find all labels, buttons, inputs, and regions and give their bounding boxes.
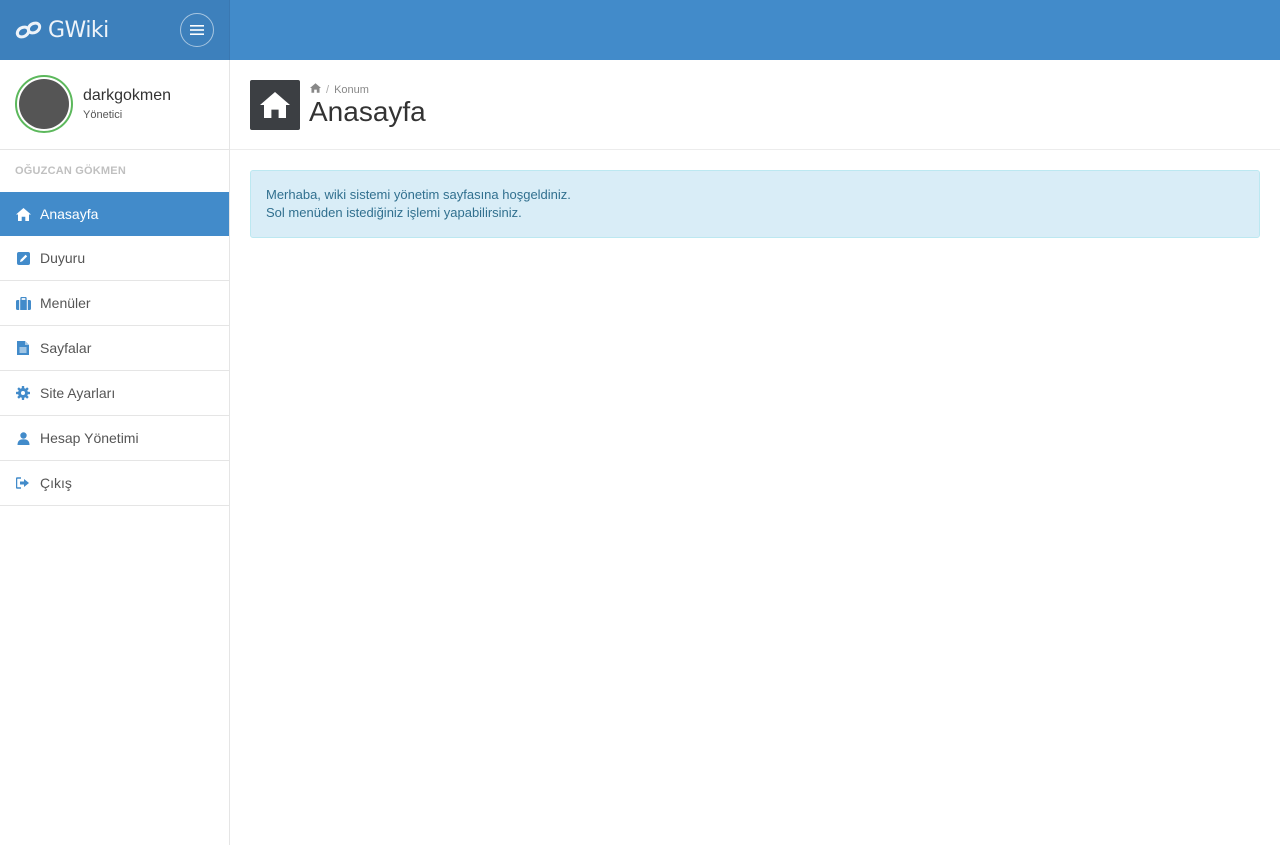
info-alert: Merhaba, wiki sistemi yönetim sayfasına … xyxy=(250,170,1260,238)
alert-line-instruction: Sol menüden istediğiniz işlemi yapabilir… xyxy=(266,205,522,220)
sidebar-item-sayfalar[interactable]: Sayfalar xyxy=(0,326,229,371)
user-role: Yönetici xyxy=(83,109,123,121)
chain-link-icon xyxy=(15,21,42,39)
username[interactable]: darkgokmen xyxy=(83,87,171,105)
breadcrumb-separator: / xyxy=(326,83,330,96)
home-icon[interactable] xyxy=(310,83,321,96)
top-navbar: GWiki xyxy=(0,0,1280,60)
edit-icon xyxy=(15,250,31,266)
avatar[interactable] xyxy=(15,75,73,133)
brand[interactable]: GWiki xyxy=(0,0,230,60)
sidebar-section-title: OĞUZCAN GÖKMEN xyxy=(15,165,126,177)
breadcrumb-current: Konum xyxy=(334,83,369,96)
file-icon xyxy=(15,340,31,356)
sidebar-item-label: Anasayfa xyxy=(40,206,99,222)
sidebar-item-label: Hesap Yönetimi xyxy=(40,430,139,446)
sidebar-item-duyuru[interactable]: Duyuru xyxy=(0,236,229,281)
breadcrumb: / Konum xyxy=(310,83,369,96)
sidebar-item-hesap-yonetimi[interactable]: Hesap Yönetimi xyxy=(0,416,229,461)
alert-line-welcome: Merhaba, wiki sistemi yönetim sayfasına … xyxy=(266,187,571,202)
sidebar-item-label: Duyuru xyxy=(40,250,86,266)
sidebar: darkgokmen Yönetici OĞUZCAN GÖKMEN Anasa… xyxy=(0,60,230,845)
hamburger-icon xyxy=(190,25,204,35)
user-profile: darkgokmen Yönetici xyxy=(0,60,229,150)
sidebar-item-anasayfa[interactable]: Anasayfa xyxy=(0,192,229,236)
sidebar-item-label: Çıkış xyxy=(40,475,72,491)
gear-icon xyxy=(15,385,31,401)
sidebar-item-label: Site Ayarları xyxy=(40,385,116,401)
brand-logo[interactable]: GWiki xyxy=(14,16,109,44)
home-icon xyxy=(15,206,31,222)
briefcase-icon xyxy=(15,295,31,311)
sidebar-item-label: Sayfalar xyxy=(40,340,92,356)
main-content: / Konum Anasayfa Merhaba, wiki sistemi y… xyxy=(230,60,1280,845)
sidebar-item-site-ayarlari[interactable]: Site Ayarları xyxy=(0,371,229,416)
menu-toggle-button[interactable] xyxy=(180,13,214,47)
sidebar-item-cikis[interactable]: Çıkış xyxy=(0,461,229,506)
brand-name: GWiki xyxy=(48,17,109,43)
page-header: / Konum Anasayfa xyxy=(230,60,1280,150)
sidebar-item-label: Menüler xyxy=(40,295,91,311)
sidebar-item-menuler[interactable]: Menüler xyxy=(0,281,229,326)
home-icon xyxy=(250,80,300,130)
sign-out-icon xyxy=(15,475,31,491)
page-title: Anasayfa xyxy=(309,96,426,127)
user-icon xyxy=(15,430,31,446)
